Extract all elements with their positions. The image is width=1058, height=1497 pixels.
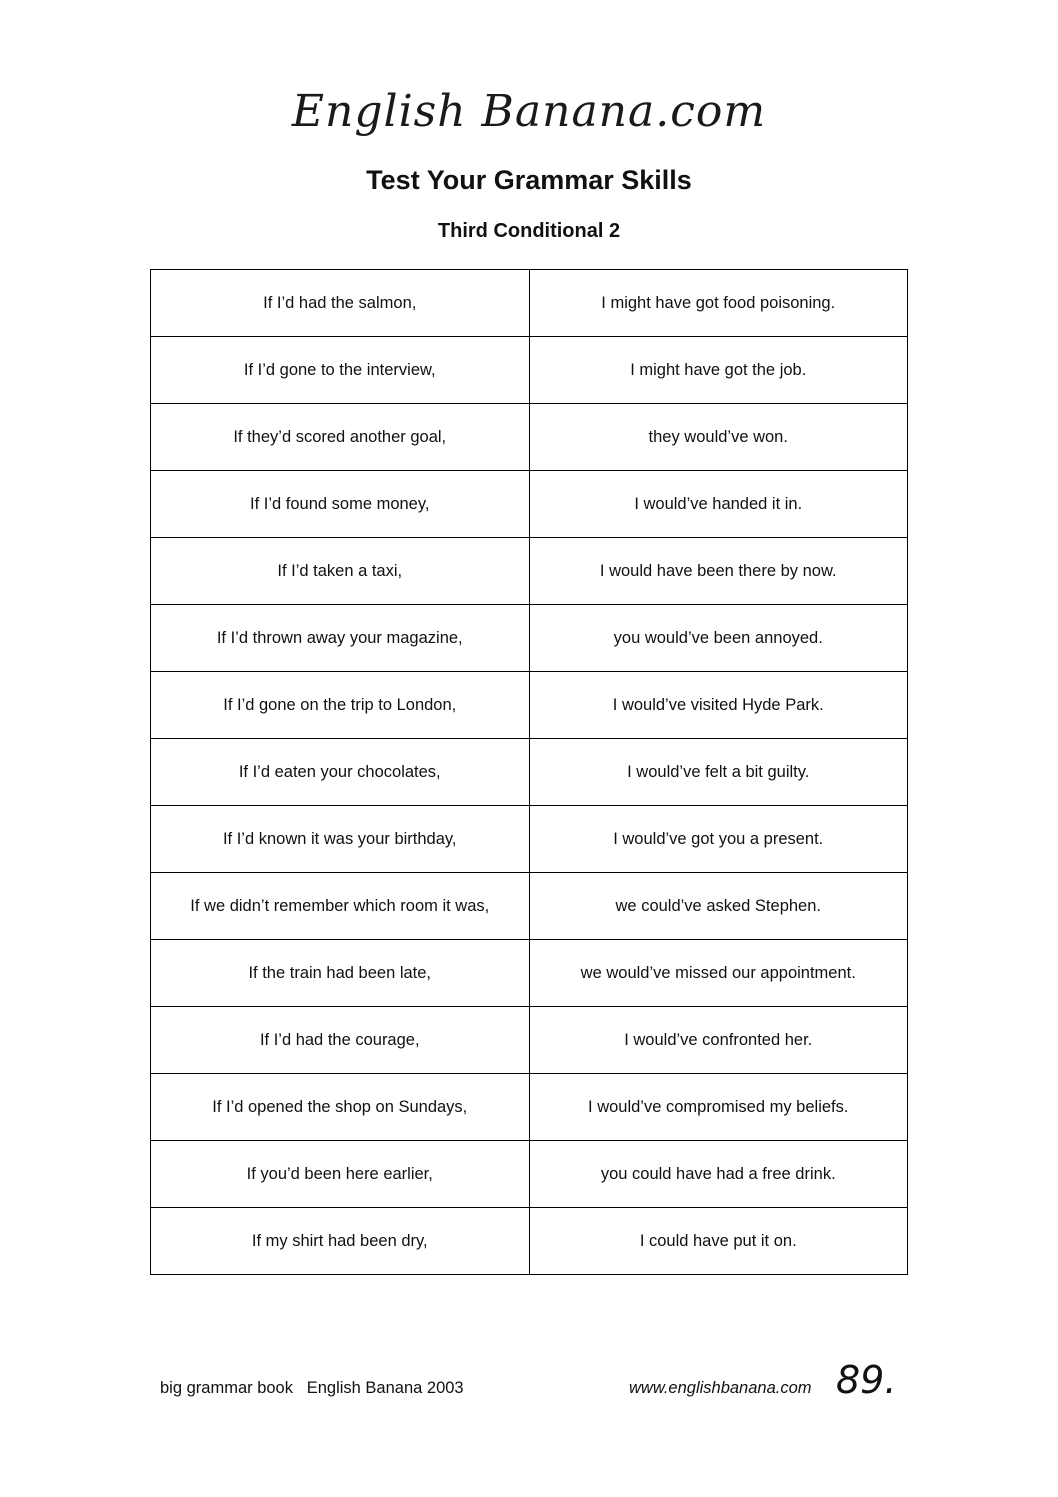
table-row: If I’d found some money, I would’ve hande… [150,470,908,538]
result-clause-cell: I would’ve confronted her. [528,1006,908,1074]
table-row: If I’d opened the shop on Sundays, I woul… [150,1073,908,1141]
table-row: If they’d scored another goal, they would… [150,403,908,471]
site-logo: English Banana.com [291,86,767,137]
result-clause-cell: I would’ve felt a bit guilty. [528,738,908,806]
result-clause-cell: we could’ve asked Stephen. [528,872,908,940]
result-clause-cell: they would’ve won. [528,403,908,471]
if-clause-cell: If I’d thrown away your magazine, [150,604,530,672]
if-clause-cell: If the train had been late, [150,939,530,1007]
table-row: If I’d had the salmon, I might have got f… [150,269,908,337]
page-title: Test Your Grammar Skills [366,165,692,195]
result-clause-cell: I would’ve visited Hyde Park. [528,671,908,739]
if-clause-cell: If I’d known it was your birthday, [150,805,530,873]
result-clause-cell: we would’ve missed our appointment. [528,939,908,1007]
if-clause-cell: If you’d been here earlier, [150,1140,530,1208]
table-row: If I’d known it was your birthday, I woul… [150,805,908,873]
if-clause-cell: If I’d had the salmon, [150,269,530,337]
table-row: If I’d eaten your chocolates, I would’ve … [150,738,908,806]
result-clause-cell: I might have got the job. [528,336,908,404]
result-clause-cell: I might have got food poisoning. [528,269,908,337]
table-row: If I’d had the courage, I would’ve confro… [150,1006,908,1074]
table-row: If I’d taken a taxi, I would have been th… [150,537,908,605]
table-row: If you’d been here earlier, you could hav… [150,1140,908,1208]
table-row: If I’d gone to the interview, I might hav… [150,336,908,404]
if-clause-cell: If I’d opened the shop on Sundays, [150,1073,530,1141]
table-row: If I’d gone on the trip to London, I woul… [150,671,908,739]
if-clause-cell: If they’d scored another goal, [150,403,530,471]
footer-url: www.englishbanana.com [629,1379,812,1397]
if-clause-cell: If I’d eaten your chocolates, [150,738,530,806]
if-clause-cell: If my shirt had been dry, [150,1207,530,1275]
table-row: If I’d thrown away your magazine, you wou… [150,604,908,672]
table-row: If we didn’t remember which room it was,… [150,872,908,940]
result-clause-cell: I would have been there by now. [528,537,908,605]
if-clause-cell: If I’d had the courage, [150,1006,530,1074]
sentence-table: If I’d had the salmon, I might have got f… [150,269,908,1275]
page-number: 89. [836,1358,897,1402]
result-clause-cell: I would’ve compromised my beliefs. [528,1073,908,1141]
table-row: If the train had been late, we would’ve m… [150,939,908,1007]
page-subtitle: Third Conditional 2 [437,220,621,242]
if-clause-cell: If I’d found some money, [150,470,530,538]
result-clause-cell: you would’ve been annoyed. [528,604,908,672]
if-clause-cell: If I’d gone to the interview, [150,336,530,404]
footer-book-credit: big grammar book English Banana 2003 [160,1379,464,1397]
if-clause-cell: If I’d gone on the trip to London, [150,671,530,739]
result-clause-cell: I would’ve got you a present. [528,805,908,873]
table-row: If my shirt had been dry, I could have pu… [150,1207,908,1275]
result-clause-cell: I would’ve handed it in. [528,470,908,538]
result-clause-cell: I could have put it on. [528,1207,908,1275]
result-clause-cell: you could have had a free drink. [528,1140,908,1208]
if-clause-cell: If I’d taken a taxi, [150,537,530,605]
if-clause-cell: If we didn’t remember which room it was, [150,872,530,940]
